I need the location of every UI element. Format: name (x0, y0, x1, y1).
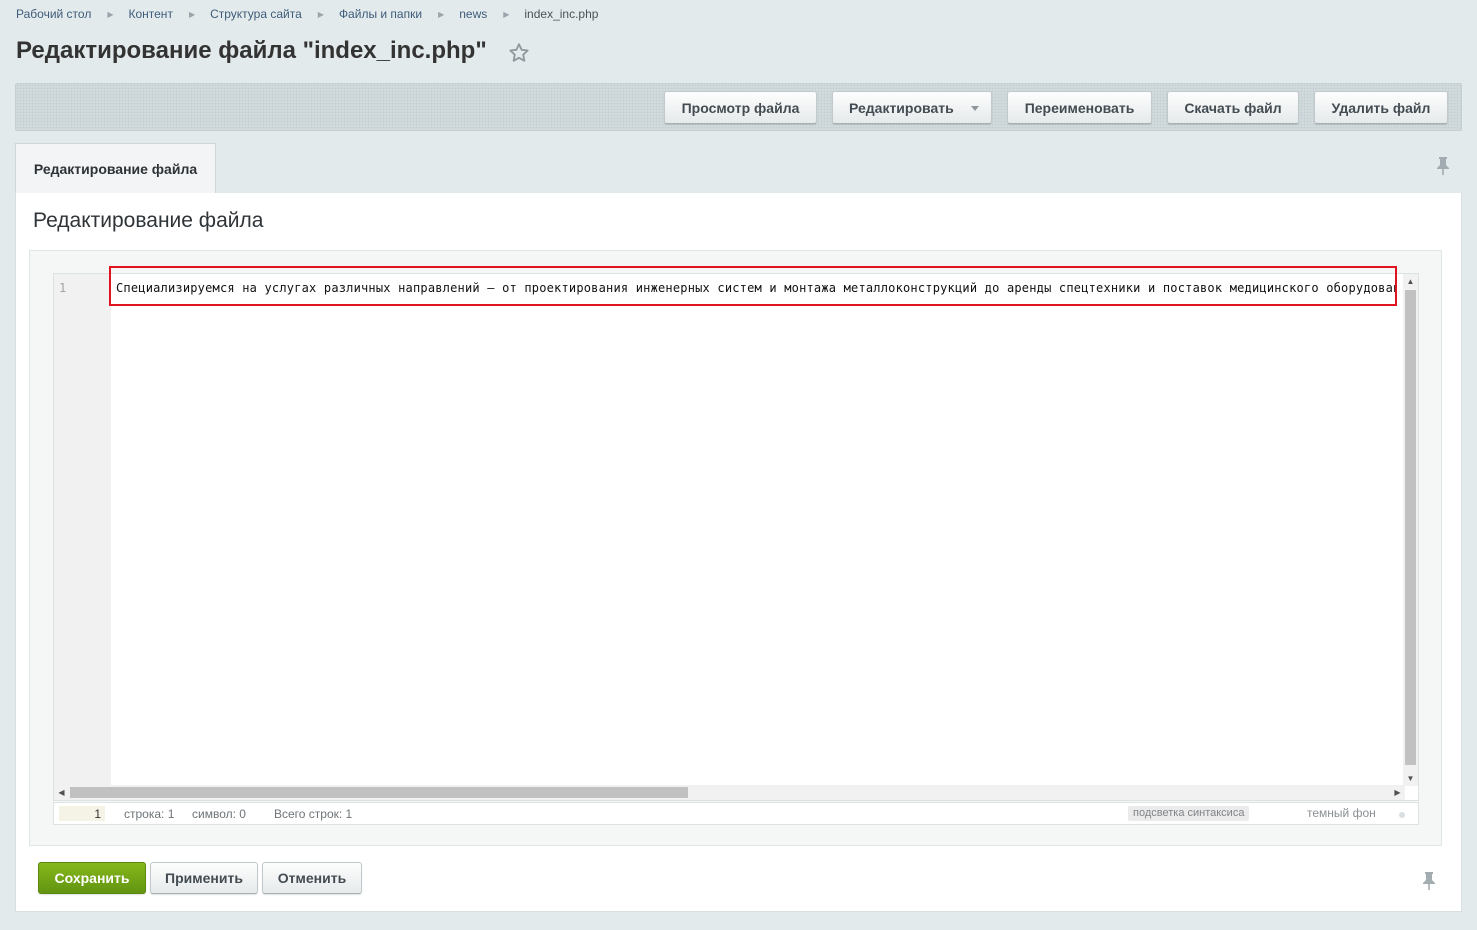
syntax-highlight-toggle[interactable]: подсветка синтаксиса (1128, 806, 1250, 821)
breadcrumb-item-files-folders[interactable]: Файлы и папки (339, 7, 422, 21)
breadcrumb-separator-icon: ▶ (438, 9, 445, 19)
dark-theme-label[interactable]: темный фон (1307, 806, 1376, 820)
cursor-char-status: символ: 0 (192, 807, 246, 821)
breadcrumb-separator-icon: ▶ (503, 9, 510, 19)
star-icon[interactable] (507, 41, 531, 65)
goto-line-input[interactable] (59, 806, 105, 821)
tab-strip (15, 141, 1462, 195)
edit-dropdown-label: Редактировать (849, 99, 954, 116)
section-title: Редактирование файла (33, 209, 264, 232)
cancel-button[interactable]: Отменить (262, 862, 362, 894)
line-gutter: 1 (54, 274, 111, 786)
breadcrumb-separator-icon: ▶ (317, 9, 324, 19)
dark-theme-toggle[interactable] (1399, 812, 1405, 818)
breadcrumb-item-site-structure[interactable]: Структура сайта (210, 7, 302, 21)
vertical-scrollbar[interactable]: ▲ ▼ (1403, 274, 1418, 786)
rename-button[interactable]: Переименовать (1007, 91, 1152, 124)
delete-file-button[interactable]: Удалить файл (1314, 91, 1448, 124)
breadcrumb: Рабочий стол ▶ Контент ▶ Структура сайта… (16, 6, 598, 22)
pin-icon[interactable] (1421, 871, 1437, 891)
scroll-right-icon[interactable]: ▶ (1390, 785, 1405, 800)
edit-dropdown-button[interactable]: Редактировать (832, 91, 992, 124)
tab-edit-file[interactable]: Редактирование файла (15, 143, 216, 193)
code-editor[interactable]: 1 Специализируемся на услугах различных … (53, 273, 1419, 801)
breadcrumb-item-news[interactable]: news (459, 7, 487, 21)
breadcrumb-separator-icon: ▶ (188, 9, 196, 19)
vertical-scrollbar-thumb[interactable] (1405, 290, 1416, 765)
horizontal-scrollbar-thumb[interactable] (70, 787, 688, 798)
download-file-button[interactable]: Скачать файл (1167, 91, 1299, 124)
scroll-left-icon[interactable]: ◀ (54, 785, 69, 800)
line-number: 1 (59, 281, 67, 295)
editor-status-bar: строка: 1 символ: 0 Всего строк: 1 подсв… (53, 802, 1419, 825)
horizontal-scrollbar[interactable]: ◀ ▶ (54, 785, 1405, 800)
page-title: Редактирование файла "index_inc.php" (16, 37, 487, 64)
chevron-down-icon (971, 106, 979, 111)
pin-icon[interactable] (1435, 156, 1451, 176)
save-button[interactable]: Сохранить (38, 862, 146, 894)
total-lines-status: Всего строк: 1 (274, 807, 353, 821)
scroll-down-icon[interactable]: ▼ (1403, 771, 1418, 786)
breadcrumb-item-desktop[interactable]: Рабочий стол (16, 7, 91, 21)
scroll-up-icon[interactable]: ▲ (1403, 274, 1418, 289)
breadcrumb-item-content[interactable]: Контент (128, 7, 172, 21)
breadcrumb-current: index_inc.php (524, 7, 599, 21)
code-line[interactable]: Специализируемся на услугах различных на… (116, 281, 1396, 295)
view-file-button[interactable]: Просмотр файла (664, 91, 817, 124)
cursor-line-status: строка: 1 (124, 807, 175, 821)
breadcrumb-separator-icon: ▶ (107, 9, 114, 19)
apply-button[interactable]: Применить (150, 862, 258, 894)
